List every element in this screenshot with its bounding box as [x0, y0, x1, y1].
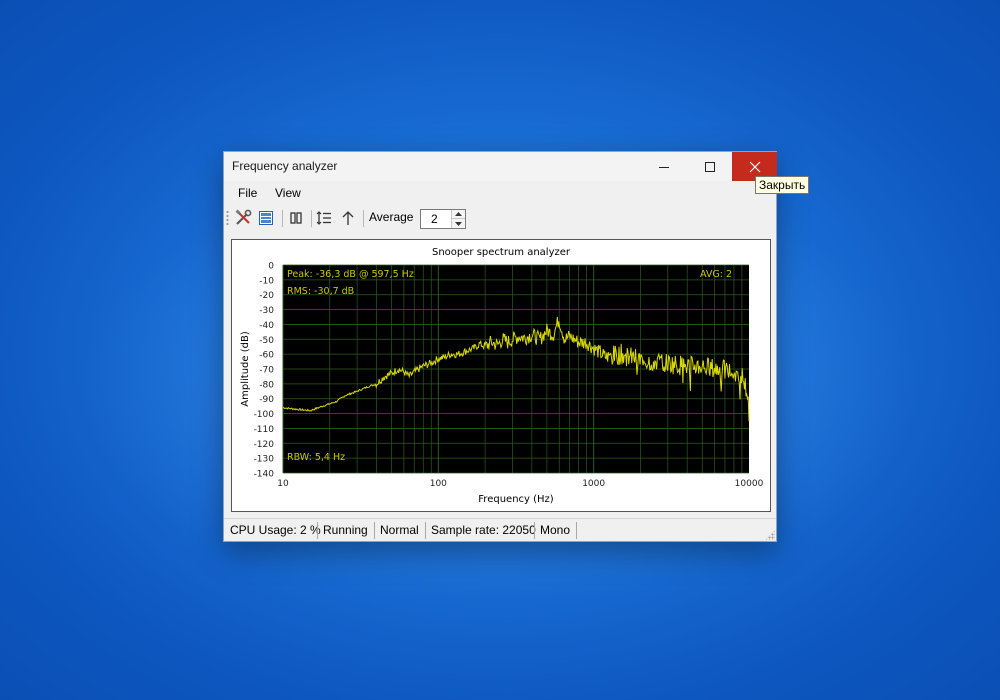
menu-view[interactable]: View	[275, 186, 301, 200]
status-separator	[425, 522, 426, 539]
layout-button[interactable]	[256, 209, 276, 227]
y-tick-label: -10	[259, 276, 274, 286]
y-tick-label: -80	[259, 380, 274, 390]
close-tooltip: Закрыть	[755, 176, 810, 194]
resize-grip[interactable]	[765, 530, 775, 540]
minimize-icon	[659, 166, 669, 168]
y-tick-label: -70	[259, 366, 274, 376]
y-tick-label: -120	[254, 440, 275, 450]
caret-down-icon	[455, 221, 462, 226]
spectrum-chart-panel: Snooper spectrum analyzer 0 -10 -20 -30 -40 -5…	[231, 239, 771, 512]
mode-status: Normal	[380, 523, 419, 537]
title-bar[interactable]: Frequency analyzer	[224, 152, 777, 181]
y-axis-label: Amplitude (dB)	[240, 331, 251, 407]
status-bar: CPU Usage: 2 % Running Normal Sample rat…	[224, 518, 776, 541]
toolbar-separator	[363, 210, 364, 227]
y-tick-label: -110	[254, 425, 275, 435]
pause-button[interactable]	[286, 209, 306, 227]
status-separator	[534, 522, 535, 539]
average-stepper[interactable]: 2	[420, 209, 466, 229]
y-tick-label: -100	[254, 410, 275, 420]
x-tick-label: 1000	[582, 479, 605, 489]
spectrum-chart: Snooper spectrum analyzer 0 -10 -20 -30 -40 -5…	[240, 247, 764, 505]
menu-file[interactable]: File	[238, 186, 257, 200]
peak-readout: Peak: -36,3 dB @ 597,5 Hz	[287, 269, 414, 280]
y-tick-label: -140	[254, 470, 275, 480]
average-label: Average	[369, 210, 414, 224]
avg-readout: AVG: 2	[700, 269, 732, 280]
tools-icon	[235, 209, 252, 225]
panels-icon	[259, 211, 273, 225]
run-state-status: Running	[323, 523, 368, 537]
sample-rate-status: Sample rate: 22050	[431, 523, 536, 537]
close-icon	[749, 161, 760, 172]
arrow-up-icon	[342, 211, 354, 225]
menu-bar: File View	[224, 181, 776, 205]
pause-icon	[290, 212, 302, 224]
x-tick-label: 100	[430, 479, 447, 489]
y-tick-label: -20	[259, 291, 274, 301]
caret-up-icon	[455, 212, 462, 216]
spin-down-button[interactable]	[452, 219, 465, 228]
channels-status: Mono	[540, 523, 571, 537]
maximize-button[interactable]	[687, 152, 733, 181]
peak-hold-button[interactable]	[338, 209, 358, 227]
x-tick-label: 10	[277, 479, 289, 489]
maximize-icon	[705, 161, 715, 172]
window-title: Frequency analyzer	[232, 159, 338, 173]
x-axis-label: Frequency (Hz)	[478, 494, 554, 505]
toolbar-separator	[311, 210, 312, 227]
x-tick-label: 10000	[735, 479, 764, 489]
toolbar	[224, 205, 776, 232]
status-separator	[576, 522, 577, 539]
frequency-analyzer-window: Frequency analyzer File View Average 2 S…	[223, 151, 777, 542]
toolbar-grip[interactable]	[226, 210, 229, 226]
minimize-button[interactable]	[641, 152, 687, 181]
chart-title: Snooper spectrum analyzer	[432, 247, 571, 258]
status-separator	[374, 522, 375, 539]
rms-readout: RMS: -30,7 dB	[287, 286, 354, 297]
average-value[interactable]: 2	[431, 212, 438, 226]
y-tick-label: -30	[259, 306, 274, 316]
rbw-readout: RBW: 5,4 Hz	[287, 452, 345, 463]
y-tick-label: -40	[259, 321, 274, 331]
y-tick-label: 0	[268, 262, 274, 272]
spin-buttons	[451, 210, 465, 228]
spin-up-button[interactable]	[452, 210, 465, 219]
settings-button[interactable]	[233, 209, 253, 227]
y-tick-label: -130	[254, 455, 275, 465]
scale-button[interactable]	[314, 209, 334, 227]
y-tick-label: -90	[259, 395, 274, 405]
y-tick-label: -60	[259, 351, 274, 361]
status-separator	[317, 522, 318, 539]
cpu-usage-status: CPU Usage: 2 %	[230, 523, 321, 537]
y-tick-label: -50	[259, 336, 274, 346]
line-spacing-icon	[316, 211, 331, 225]
toolbar-separator	[282, 210, 283, 227]
